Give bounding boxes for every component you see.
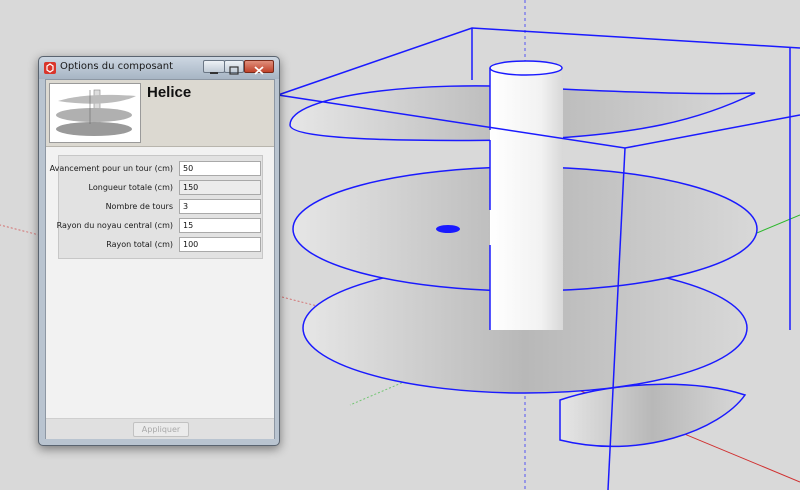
attribute-label: Avancement pour un tour (cm) xyxy=(49,164,173,173)
sketchup-icon xyxy=(44,62,56,74)
component-header: Helice xyxy=(46,80,274,147)
component-thumbnail xyxy=(49,83,141,143)
longueur-field xyxy=(179,180,261,195)
dialog-title: Options du composant xyxy=(60,61,174,72)
helix-center-point xyxy=(436,225,460,233)
minimize-icon xyxy=(210,72,218,74)
component-attributes-form: Avancement pour un tour (cm) Longueur to… xyxy=(50,155,263,259)
attribute-label: Rayon du noyau central (cm) xyxy=(56,221,173,230)
attribute-label: Rayon total (cm) xyxy=(106,240,173,249)
apply-button[interactable]: Appliquer xyxy=(133,422,189,437)
attribute-row-rayon-total: Rayon total (cm) xyxy=(59,236,262,254)
component-name: Helice xyxy=(147,84,192,101)
dialog-body: Helice Avancement pour un tour (cm) Long… xyxy=(45,79,275,439)
maximize-icon xyxy=(229,66,239,75)
dialog-titlebar[interactable]: Options du composant xyxy=(39,57,279,79)
attribute-label: Longueur totale (cm) xyxy=(88,183,173,192)
nombre-tours-field[interactable] xyxy=(179,199,261,214)
component-options-dialog: Options du composant Helice Avancement p… xyxy=(38,56,280,446)
central-core[interactable] xyxy=(489,60,563,330)
attribute-label: Nombre de tours xyxy=(105,202,173,211)
rayon-total-field[interactable] xyxy=(179,237,261,252)
close-button[interactable] xyxy=(244,60,274,75)
minimize-button[interactable] xyxy=(203,60,225,74)
close-icon xyxy=(254,66,264,75)
attribute-row-avancement: Avancement pour un tour (cm) xyxy=(50,160,262,178)
avancement-field[interactable] xyxy=(179,161,261,176)
attribute-row-longueur: Longueur totale (cm) xyxy=(59,179,262,197)
maximize-button[interactable] xyxy=(224,60,244,75)
attribute-row-rayon-noyau: Rayon du noyau central (cm) xyxy=(56,217,262,235)
rayon-noyau-field[interactable] xyxy=(179,218,261,233)
dialog-footer: Appliquer xyxy=(46,418,274,439)
attribute-row-tours: Nombre de tours xyxy=(59,198,262,216)
helix-thumbnail-icon xyxy=(56,89,136,136)
